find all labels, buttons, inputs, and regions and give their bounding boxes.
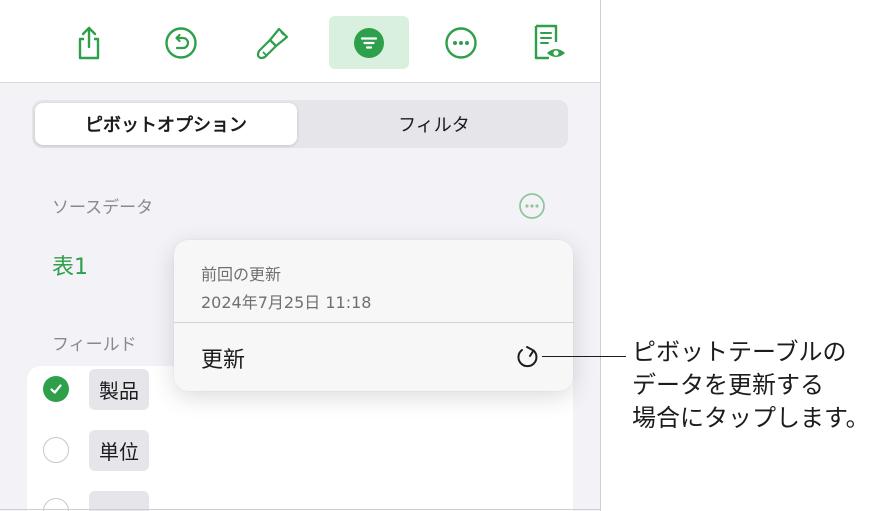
organize-icon [354, 27, 384, 58]
last-refresh-date: 2024年7月25日 11:18 [201, 293, 372, 312]
tab-bar: ピボットオプション フィルタ [32, 100, 568, 148]
undo-button[interactable] [141, 16, 221, 69]
callout-line-1: ピボットテーブルの [632, 338, 847, 366]
toolbar [0, 0, 600, 83]
checkbox-unchecked[interactable] [43, 437, 69, 463]
field-row-partial[interactable] [43, 488, 149, 511]
checkbox-checked[interactable] [43, 376, 69, 402]
document-view-icon [534, 24, 565, 59]
callout-text: ピボットテーブルの データを更新する 場合にタップします。 [632, 336, 872, 435]
refresh-popover: 前回の更新 2024年7月25日 11:18 更新 [174, 240, 573, 391]
field-name: 単位 [89, 429, 149, 471]
document-view-button[interactable] [508, 16, 588, 69]
panel-border [600, 0, 601, 511]
fields-label: フィールド [52, 335, 137, 355]
field-name: 製品 [89, 368, 149, 410]
share-icon [78, 26, 100, 59]
divider [174, 322, 573, 323]
sidebar-panel: ピボットオプション フィルタ ソースデータ 表1 フィールド 製品 単位 前回の… [0, 0, 600, 511]
source-table-link[interactable]: 表1 [52, 249, 88, 281]
refresh-button[interactable]: 更新 [201, 342, 245, 374]
callout-line-2: データを更新する [632, 371, 824, 399]
more-button[interactable] [421, 16, 501, 69]
format-button[interactable] [233, 16, 313, 69]
more-icon [445, 26, 477, 59]
field-row-product[interactable]: 製品 [43, 366, 149, 412]
field-row-unit[interactable]: 単位 [43, 427, 149, 473]
panel-border [0, 509, 601, 510]
share-button[interactable] [49, 16, 129, 69]
source-more-icon[interactable] [518, 192, 546, 220]
callout-line-3: 場合にタップします。 [632, 404, 870, 432]
tab-pivot-options[interactable]: ピボットオプション [35, 103, 297, 145]
field-name [89, 490, 149, 511]
tab-filter[interactable]: フィルタ [303, 103, 565, 145]
undo-icon [165, 26, 197, 59]
last-refresh-caption: 前回の更新 [201, 265, 282, 284]
source-data-label: ソースデータ [52, 198, 154, 218]
callout-line [542, 356, 626, 357]
format-brush-icon [256, 27, 289, 59]
organize-button[interactable] [329, 16, 409, 69]
checkmark-icon [50, 384, 62, 394]
refresh-icon[interactable] [514, 344, 542, 372]
